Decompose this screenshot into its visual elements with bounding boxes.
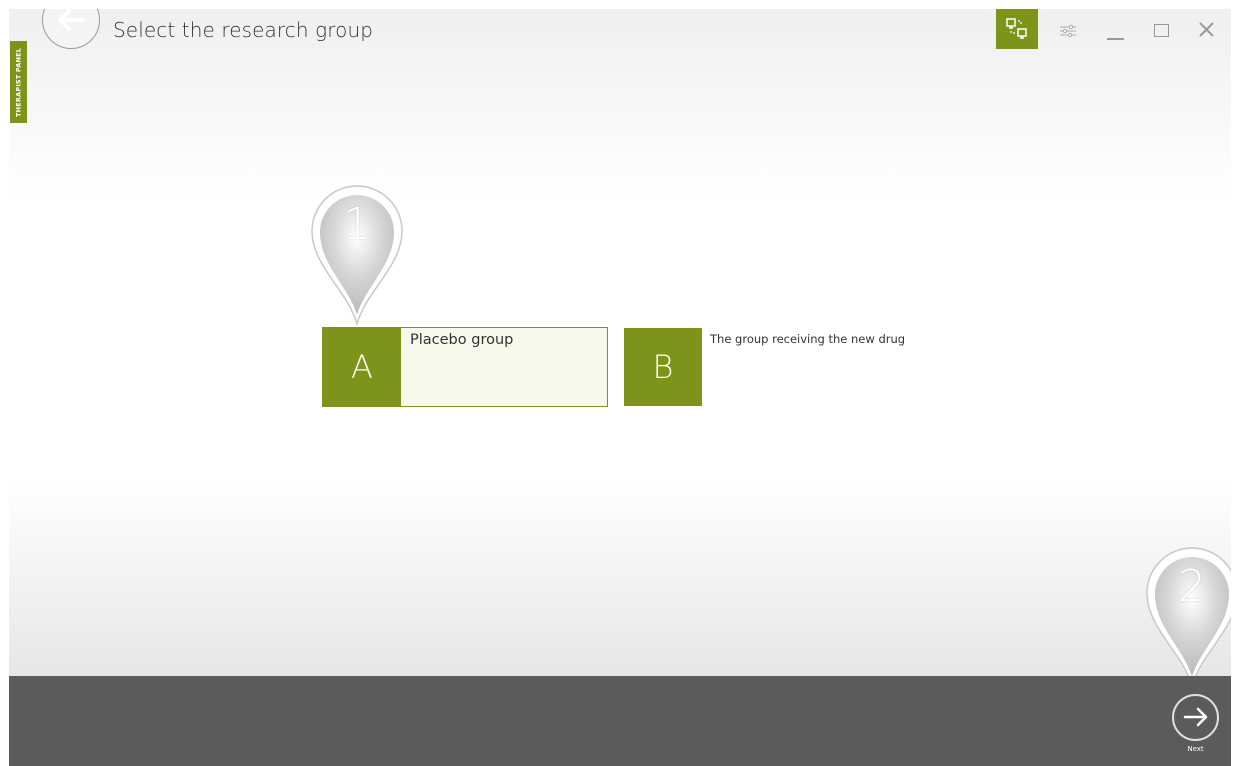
app-window: Select the research group THERAPIST PANE… [9,9,1231,766]
arrow-left-icon [58,9,85,31]
page-title: Select the research group [113,18,374,42]
group-option-a[interactable]: A Placebo group [322,327,608,407]
maximize-icon[interactable] [1154,24,1169,37]
therapist-panel-tab[interactable]: THERAPIST PANEL [10,41,27,123]
settings-button[interactable] [1059,23,1077,42]
minimize-icon[interactable] [1107,38,1124,40]
network-icon [1006,18,1027,39]
settings-sliders-icon [1060,24,1076,38]
marker-number: 1 [343,199,371,250]
next-button[interactable] [1172,694,1219,741]
marker-1: 1 [308,181,406,327]
close-button[interactable] [1198,21,1215,42]
option-letter: B [624,328,702,406]
option-label: Placebo group [410,332,514,348]
back-button[interactable] [42,9,100,49]
arrow-right-icon [1183,707,1208,727]
next-label: Next [1187,745,1204,753]
group-option-b[interactable]: B The group receiving the new drug [624,328,1044,406]
option-label: The group receiving the new drug [710,332,906,346]
marker-2: 2 [1143,543,1231,689]
network-button[interactable] [996,9,1038,49]
option-letter: A [323,328,401,406]
bottom-bar [9,676,1231,766]
close-icon [1199,22,1214,37]
marker-number: 2 [1178,561,1206,612]
